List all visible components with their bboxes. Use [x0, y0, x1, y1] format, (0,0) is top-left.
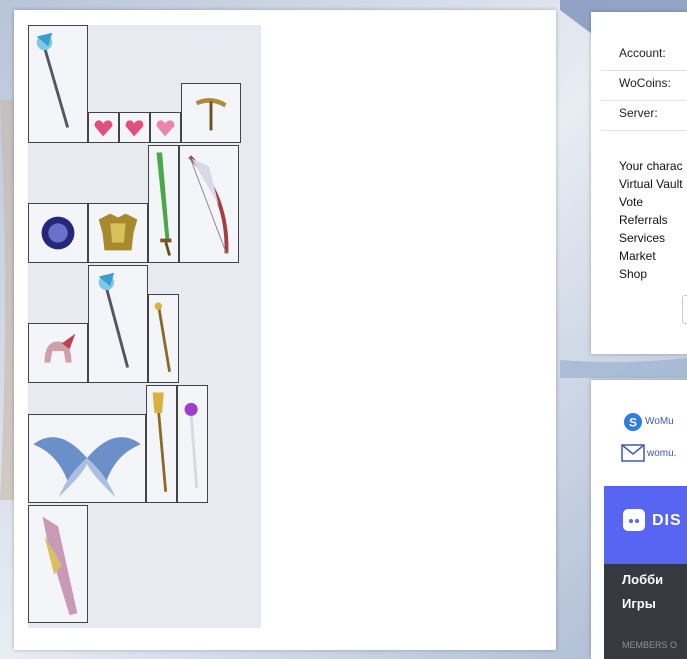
discord-channel-lobby[interactable]: Лобби: [622, 572, 663, 587]
menu-your-characters[interactable]: Your charac: [619, 157, 683, 175]
virtual-vault-panel: [14, 10, 556, 650]
menu-referrals[interactable]: Referrals: [619, 211, 683, 229]
vault-item-jewel-1[interactable]: [88, 112, 119, 143]
skype-link[interactable]: WoMu: [645, 416, 674, 427]
discord-channel-games[interactable]: Игры: [622, 596, 656, 611]
vault-item-gold-armor[interactable]: [88, 203, 148, 263]
vault-item-jewel-2[interactable]: [119, 112, 150, 143]
vault-grid: [28, 25, 261, 628]
vault-item-winged-bow[interactable]: [179, 145, 239, 263]
vault-item-blue-wings[interactable]: [28, 414, 146, 503]
discord-members-label: MEMBERS O: [622, 640, 678, 650]
discord-widget: DIS Лобби Игры MEMBERS O: [604, 486, 687, 659]
vault-item-jewel-3[interactable]: [150, 112, 181, 143]
vault-item-dark-orb[interactable]: [28, 203, 88, 263]
vault-item-ice-staff[interactable]: [28, 25, 88, 143]
discord-header: DIS: [604, 486, 687, 564]
vault-item-pink-blade[interactable]: [28, 505, 88, 623]
vault-item-green-sword[interactable]: [148, 145, 179, 263]
vault-item-purple-wand[interactable]: [177, 385, 208, 503]
account-menu: Your charac Virtual Vault Vote Referrals…: [619, 157, 683, 283]
email-link[interactable]: womu.: [647, 448, 676, 459]
server-label: Server:: [619, 106, 658, 120]
account-label: Account:: [619, 46, 666, 60]
vault-item-golden-scepter[interactable]: [146, 385, 177, 503]
divider: [601, 130, 687, 131]
menu-shop[interactable]: Shop: [619, 265, 683, 283]
wocoins-label: WoCoins:: [619, 76, 671, 90]
divider: [601, 70, 687, 71]
vault-item-ice-staff-2[interactable]: [88, 265, 148, 383]
vault-item-golden-crossbow[interactable]: [181, 83, 241, 143]
svg-text:S: S: [629, 416, 637, 430]
account-card: Account: WoCoins: Server: Your charac Vi…: [591, 12, 687, 354]
skype-icon: S: [624, 413, 642, 431]
menu-virtual-vault[interactable]: Virtual Vault: [619, 175, 683, 193]
menu-market[interactable]: Market: [619, 247, 683, 265]
vault-item-red-helm[interactable]: [28, 323, 88, 383]
menu-vote[interactable]: Vote: [619, 193, 683, 211]
menu-services[interactable]: Services: [619, 229, 683, 247]
discord-brand: DIS: [652, 512, 682, 529]
divider: [601, 100, 687, 101]
mail-icon: [621, 444, 645, 462]
logout-button[interactable]: [682, 295, 687, 324]
discord-logo-icon: [623, 509, 645, 531]
vault-item-golden-rod[interactable]: [148, 294, 179, 383]
